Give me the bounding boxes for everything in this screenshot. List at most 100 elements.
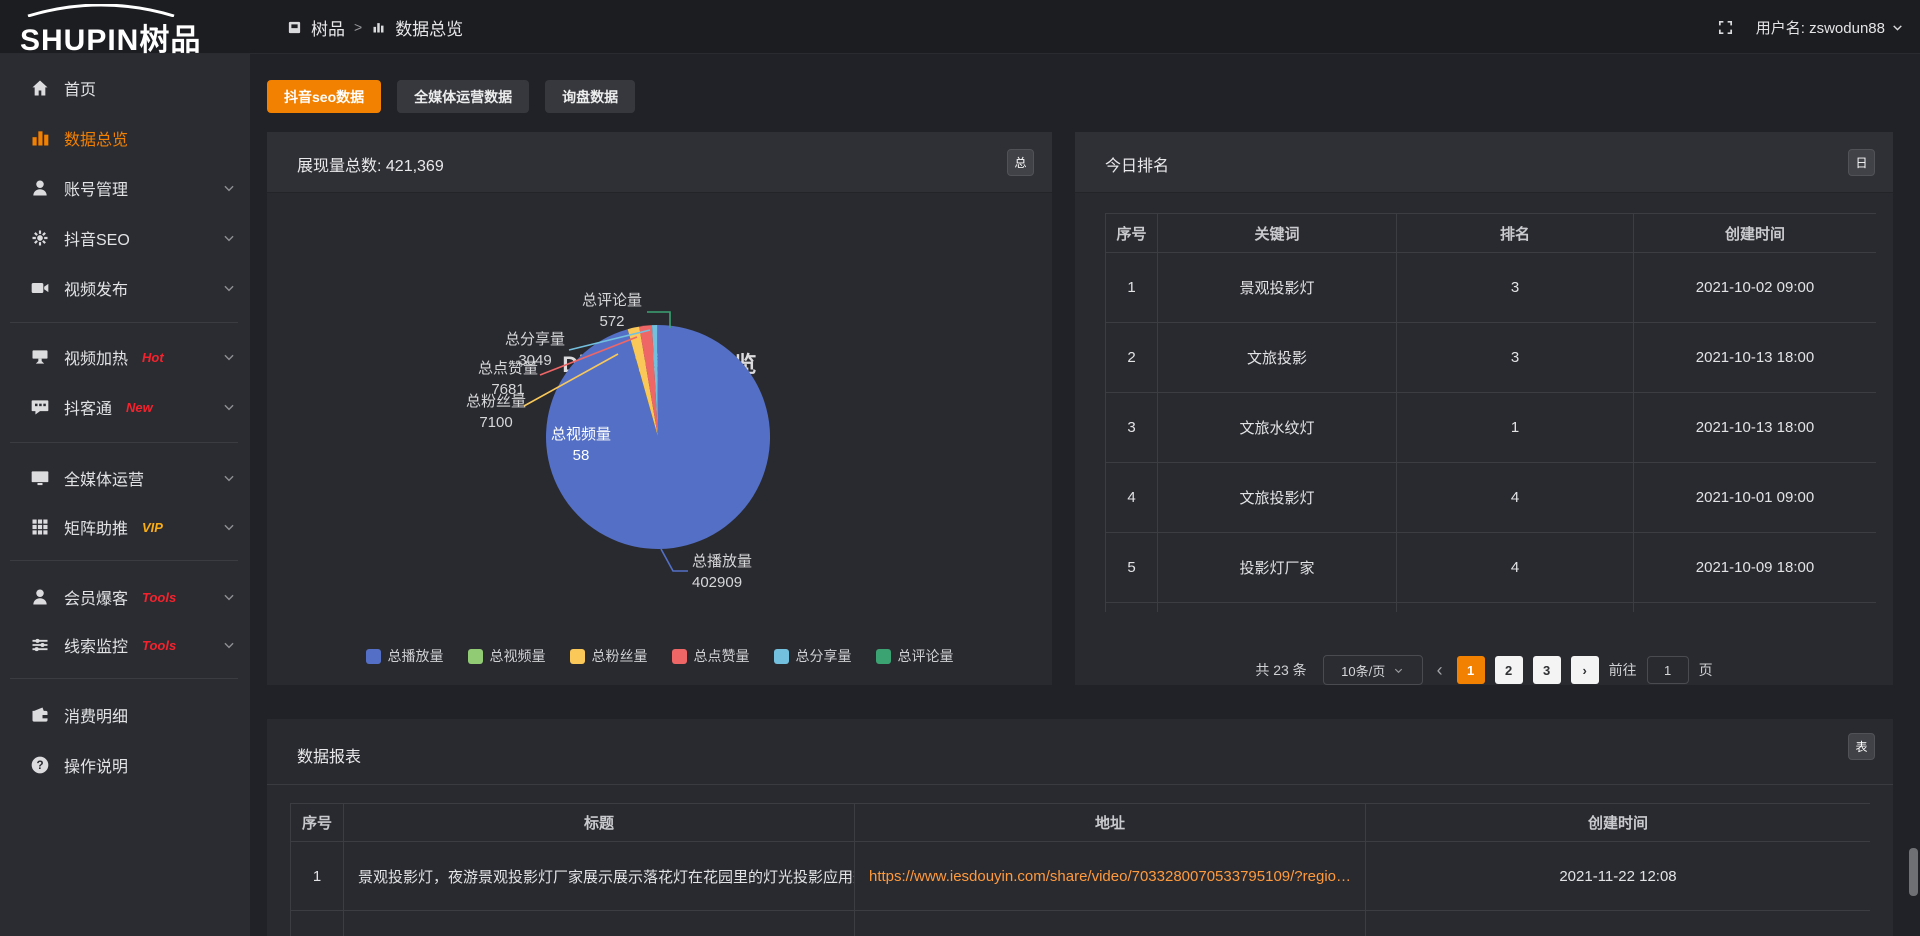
prev-page-button[interactable]: ‹ [1433,660,1447,681]
table-toggle-button[interactable]: 表 [1848,733,1875,760]
sidebar-item-label: 全媒体运营 [64,466,144,490]
sidebar-item-help[interactable]: ? 操作说明 [0,745,250,785]
tab-media-ops-data[interactable]: 全媒体运营数据 [397,80,529,113]
sidebar-item-douyin-seo[interactable]: 抖音SEO [0,218,250,258]
logo-text-cn: 树品 [139,24,201,57]
cell-created: 2021-10-02 09:00 [1634,253,1877,323]
total-toggle-button[interactable]: 总 [1007,149,1034,176]
table-row[interactable]: 1 景观投影灯 3 2021-10-02 09:00 [1106,253,1877,323]
chevron-down-icon [222,181,236,195]
legend-item[interactable]: 总点赞量 [672,646,750,666]
hot-badge: Hot [142,350,164,365]
cell-rank: 4 [1397,533,1634,603]
breadcrumb-current[interactable]: 数据总览 [395,15,463,40]
cell-created: 2021-10-09 18:00 [1634,533,1877,603]
pie-label-name: 总评论量 [567,290,657,311]
goto-page-input[interactable] [1647,656,1689,684]
label-leader-line [661,549,688,571]
table-row[interactable]: 2 文旅投影 3 2021-10-13 18:00 [1106,323,1877,393]
table-row[interactable]: 3 文旅水纹灯 1 2021-10-13 18:00 [1106,393,1877,463]
screen-icon [30,347,50,367]
username-label: 用户名: zswodun88 [1756,17,1885,38]
col-header-created: 创建时间 [1366,804,1871,842]
report-table: 序号 标题 地址 创建时间 1 景观投影灯，夜游景观投影灯厂家展示展示落花灯在花… [290,803,1870,936]
day-toggle-button[interactable]: 日 [1848,149,1875,176]
pie-label-comments: 总评论量 572 [567,290,657,332]
legend-item[interactable]: 总视频量 [468,646,546,666]
legend-swatch [570,649,585,664]
breadcrumb: 树品 > 数据总览 [287,0,463,54]
sidebar-item-home[interactable]: 首页 [0,68,250,108]
user-icon [30,587,50,607]
today-rank-panel: 今日排名 日 序号 关键词 排名 创建时间 1 景观投影灯 3 2021-10-… [1075,132,1893,685]
legend-item[interactable]: 总评论量 [876,646,954,666]
cell-keyword: 景观投影灯 [1158,253,1397,323]
legend-swatch [468,649,483,664]
pagination: 共 23 条 10条/页 ‹ 1 2 3 › 前往 页 [1075,656,1893,684]
pie-label-value: 402909 [692,572,802,593]
col-header-url: 地址 [855,804,1366,842]
table-row[interactable]: 5 投影灯厂家 4 2021-10-09 18:00 [1106,533,1877,603]
cell-keyword: 文旅投影 [1158,323,1397,393]
cell-created: 2021-10-13 18:00 [1634,323,1877,393]
legend-label: 总视频量 [490,646,546,666]
col-header-index: 序号 [291,804,344,842]
fullscreen-icon[interactable] [1717,19,1734,36]
impressions-total-label: 展现量总数: 421,369 [297,152,444,176]
cell-keyword: 文旅投影灯 [1158,463,1397,533]
logo-text: SHUPIN树品 [20,15,201,59]
sidebar-item-clue-monitor[interactable]: 线索监控 Tools [0,625,250,665]
cell-title: 景观投影灯，夜游景观投影灯厂家展示展示落花灯在花园里的灯光投影应用效果 # [344,842,855,911]
page-size-value: 10条/页 [1341,661,1385,680]
chevron-down-icon [222,471,236,485]
app-icon [287,20,302,35]
sidebar-item-video-publish[interactable]: 视频发布 [0,268,250,308]
page-button-3[interactable]: 3 [1533,656,1561,684]
vip-badge: VIP [142,520,163,535]
cell-url-link[interactable]: https://www.iesdouyin.com/share/video/70… [855,842,1366,911]
sidebar-item-video-heat[interactable]: 视频加热 Hot [0,337,250,377]
sidebar: 首页 数据总览 账号管理 抖音SEO 视频发布 视频加热 Hot [0,54,250,936]
legend-item[interactable]: 总播放量 [366,646,444,666]
panel-header: 今日排名 日 [1075,132,1893,193]
goto-label: 前往 [1609,660,1637,680]
sidebar-item-accounts[interactable]: 账号管理 [0,168,250,208]
bar-chart-icon [30,128,50,148]
scrollbar-thumb[interactable] [1909,848,1918,896]
tab-inquiry-data[interactable]: 询盘数据 [545,80,635,113]
table-row[interactable]: 1 景观投影灯，夜游景观投影灯厂家展示展示落花灯在花园里的灯光投影应用效果 # … [291,842,1871,911]
table-header-row: 序号 关键词 排名 创建时间 [1106,214,1877,253]
page-button-2[interactable]: 2 [1495,656,1523,684]
breadcrumb-root[interactable]: 树品 [311,15,345,40]
chevron-down-icon [222,231,236,245]
pie-label-name: 总播放量 [692,551,802,572]
scrollbar[interactable] [1909,54,1918,936]
sidebar-item-label: 矩阵助推 [64,515,128,539]
legend-item[interactable]: 总粉丝量 [570,646,648,666]
sidebar-item-matrix-boost[interactable]: 矩阵助推 VIP [0,507,250,547]
sidebar-item-member-burst[interactable]: 会员爆客 Tools [0,577,250,617]
sidebar-item-label: 线索监控 [64,633,128,657]
next-page-button[interactable]: › [1571,656,1599,684]
data-tabs: 抖音seo数据 全媒体运营数据 询盘数据 [267,80,635,113]
table-row-clipped [291,911,1871,936]
sidebar-item-data-overview[interactable]: 数据总览 [0,118,250,158]
seo-pie-chart[interactable] [267,193,1052,685]
sidebar-item-media-ops[interactable]: 全媒体运营 [0,458,250,498]
question-circle-icon: ? [30,755,50,775]
legend-label: 总评论量 [898,646,954,666]
user-menu[interactable]: 用户名: zswodun88 [1756,17,1904,38]
report-table-wrap: 序号 标题 地址 创建时间 1 景观投影灯，夜游景观投影灯厂家展示展示落花灯在花… [290,803,1870,936]
app-logo: SHUPIN树品 [20,3,235,53]
page-button-1[interactable]: 1 [1457,656,1485,684]
table-row-clipped [1106,603,1877,613]
sidebar-item-douketong[interactable]: 抖客通 New [0,387,250,427]
page-size-select[interactable]: 10条/页 [1323,655,1423,685]
chevron-down-icon [1393,665,1404,676]
tab-douyin-seo-data[interactable]: 抖音seo数据 [267,80,381,113]
sidebar-item-consumption[interactable]: 消费明细 [0,695,250,735]
app-root: SHUPIN树品 树品 > 数据总览 用户名: zswodun88 首页 [0,0,1920,936]
sidebar-divider [10,322,238,323]
table-row[interactable]: 4 文旅投影灯 4 2021-10-01 09:00 [1106,463,1877,533]
legend-item[interactable]: 总分享量 [774,646,852,666]
